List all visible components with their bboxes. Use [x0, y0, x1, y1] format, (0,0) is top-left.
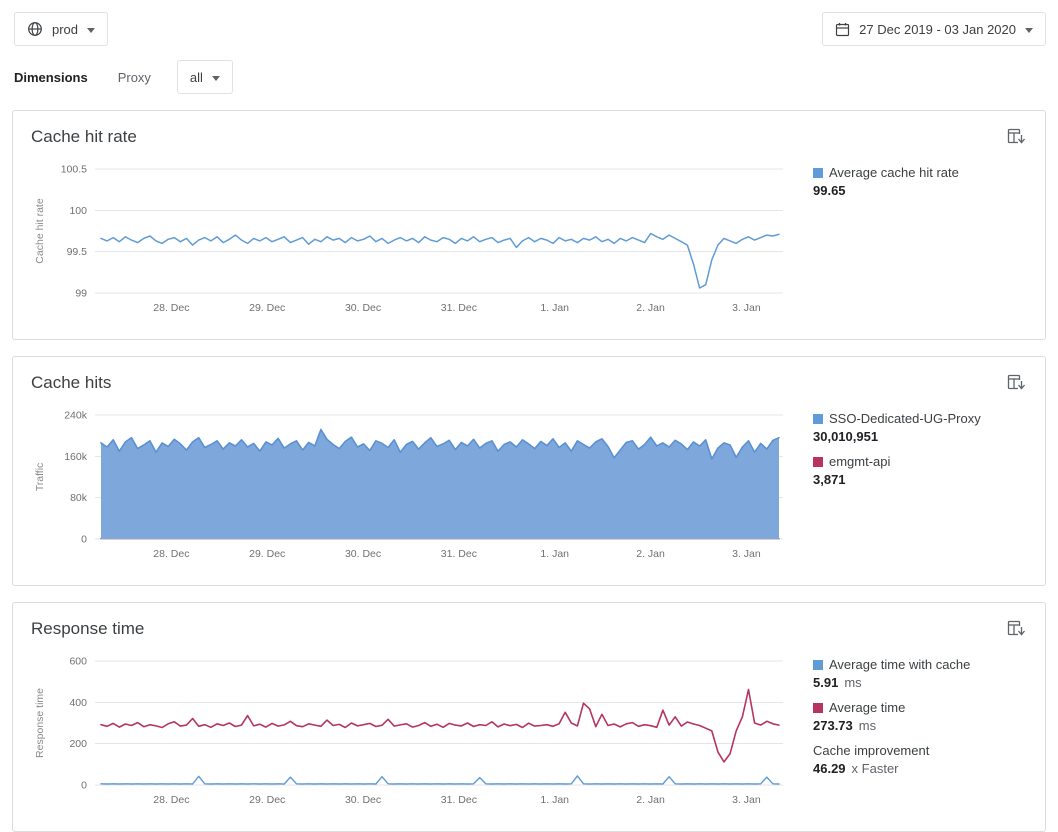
card-title: Cache hit rate [31, 127, 137, 147]
chevron-down-icon [212, 76, 220, 81]
svg-text:28. Dec: 28. Dec [153, 794, 189, 806]
card-title: Response time [31, 619, 144, 639]
topbar: prod 27 Dec 2019 - 03 Jan 2020 [0, 0, 1058, 46]
series-value: 5.91 [813, 675, 838, 690]
legend-item[interactable]: Average time with cache 5.91 ms [813, 657, 1027, 691]
series-swatch [813, 414, 823, 424]
proxy-filter-dropdown[interactable]: all [177, 60, 233, 94]
legend-item[interactable]: emgmt-api 3,871 [813, 454, 1027, 488]
svg-text:29. Dec: 29. Dec [249, 548, 285, 560]
svg-text:2. Jan: 2. Jan [636, 302, 665, 314]
chart-legend: Average cache hit rate 99.65 [789, 157, 1027, 208]
svg-text:3. Jan: 3. Jan [732, 302, 761, 314]
environment-label: prod [52, 22, 78, 37]
series-swatch [813, 168, 823, 178]
date-range-label: 27 Dec 2019 - 03 Jan 2020 [859, 22, 1016, 37]
series-value: 3,871 [813, 472, 846, 487]
series-swatch [813, 457, 823, 467]
series-label: SSO-Dedicated-UG-Proxy [829, 411, 981, 427]
export-report-icon[interactable] [1005, 371, 1027, 393]
svg-text:29. Dec: 29. Dec [249, 302, 285, 314]
svg-text:30. Dec: 30. Dec [345, 302, 381, 314]
svg-text:30. Dec: 30. Dec [345, 794, 381, 806]
chevron-down-icon [1025, 28, 1033, 33]
svg-text:29. Dec: 29. Dec [249, 794, 285, 806]
globe-icon [27, 21, 43, 37]
svg-text:31. Dec: 31. Dec [441, 548, 477, 560]
svg-text:80k: 80k [70, 492, 88, 504]
svg-text:160k: 160k [64, 451, 88, 463]
svg-text:100.5: 100.5 [61, 164, 87, 176]
filters-bar: Dimensions Proxy all [0, 46, 1058, 94]
chart-legend: SSO-Dedicated-UG-Proxy 30,010,951 emgmt-… [789, 403, 1027, 497]
series-label: Average cache hit rate [829, 165, 959, 181]
svg-text:31. Dec: 31. Dec [441, 794, 477, 806]
dimensions-label: Dimensions [14, 70, 88, 85]
svg-text:31. Dec: 31. Dec [441, 302, 477, 314]
svg-text:Response time: Response time [34, 688, 46, 758]
svg-text:240k: 240k [64, 410, 88, 422]
svg-text:100: 100 [69, 205, 87, 217]
response-time-card: Response time 600 400 200 0 28. Dec 29. Dec 30… [12, 602, 1046, 832]
series-value: 99.65 [813, 183, 846, 198]
response-time-chart: 600 400 200 0 28. Dec 29. Dec 30. Dec 31. Dec 1.… [31, 649, 789, 817]
environment-selector[interactable]: prod [14, 12, 108, 46]
svg-text:3. Jan: 3. Jan [732, 548, 761, 560]
export-report-icon[interactable] [1005, 617, 1027, 639]
card-title: Cache hits [31, 373, 111, 393]
legend-item[interactable]: Average cache hit rate 99.65 [813, 165, 1027, 199]
dimension-proxy-label: Proxy [118, 70, 151, 85]
cache-hits-card: Cache hits 240k 160k 80k 0 28. Dec 29. Dec 30.… [12, 356, 1046, 586]
svg-text:1. Jan: 1. Jan [540, 302, 569, 314]
chevron-down-icon [87, 28, 95, 33]
svg-text:1. Jan: 1. Jan [540, 548, 569, 560]
legend-item: Cache improvement 46.29 x Faster [813, 743, 1027, 777]
cache-hit-rate-chart: 100.5 100 99.5 99 28. Dec 29. Dec 30. Dec 31. D… [31, 157, 789, 325]
series-swatch [813, 703, 823, 713]
series-label: Average time [829, 700, 905, 716]
legend-item[interactable]: Average time 273.73 ms [813, 700, 1027, 734]
series-value: 30,010,951 [813, 429, 878, 444]
series-label: emgmt-api [829, 454, 890, 470]
date-range-selector[interactable]: 27 Dec 2019 - 03 Jan 2020 [822, 12, 1046, 46]
series-unit: ms [859, 718, 876, 733]
series-unit: ms [844, 675, 861, 690]
svg-text:Cache hit rate: Cache hit rate [34, 198, 46, 264]
series-value: 273.73 [813, 718, 853, 733]
series-value: 46.29 [813, 761, 846, 776]
svg-text:99.5: 99.5 [67, 246, 88, 258]
series-label: Cache improvement [813, 743, 929, 759]
svg-text:1. Jan: 1. Jan [540, 794, 569, 806]
export-report-icon[interactable] [1005, 125, 1027, 147]
series-label: Average time with cache [829, 657, 970, 673]
cache-hit-rate-card: Cache hit rate 100.5 100 99.5 99 28. Dec 29. … [12, 110, 1046, 340]
svg-text:2. Jan: 2. Jan [636, 794, 665, 806]
cache-hits-chart: 240k 160k 80k 0 28. Dec 29. Dec 30. Dec 31. Dec… [31, 403, 789, 571]
series-swatch [813, 660, 823, 670]
svg-text:Traffic: Traffic [34, 463, 46, 492]
proxy-filter-value: all [190, 70, 203, 85]
svg-text:30. Dec: 30. Dec [345, 548, 381, 560]
svg-text:0: 0 [81, 534, 87, 546]
calendar-icon [835, 22, 850, 37]
svg-text:2. Jan: 2. Jan [636, 548, 665, 560]
legend-item[interactable]: SSO-Dedicated-UG-Proxy 30,010,951 [813, 411, 1027, 445]
svg-text:28. Dec: 28. Dec [153, 548, 189, 560]
dashboard-cards: Cache hit rate 100.5 100 99.5 99 28. Dec 29. … [0, 94, 1058, 832]
svg-text:0: 0 [81, 780, 87, 792]
svg-text:200: 200 [69, 738, 87, 750]
svg-text:3. Jan: 3. Jan [732, 794, 761, 806]
svg-text:99: 99 [75, 288, 87, 300]
svg-text:400: 400 [69, 697, 87, 709]
svg-text:28. Dec: 28. Dec [153, 302, 189, 314]
series-unit: x Faster [852, 761, 899, 776]
chart-legend: Average time with cache 5.91 ms Average t… [789, 649, 1027, 786]
svg-text:600: 600 [69, 656, 87, 668]
